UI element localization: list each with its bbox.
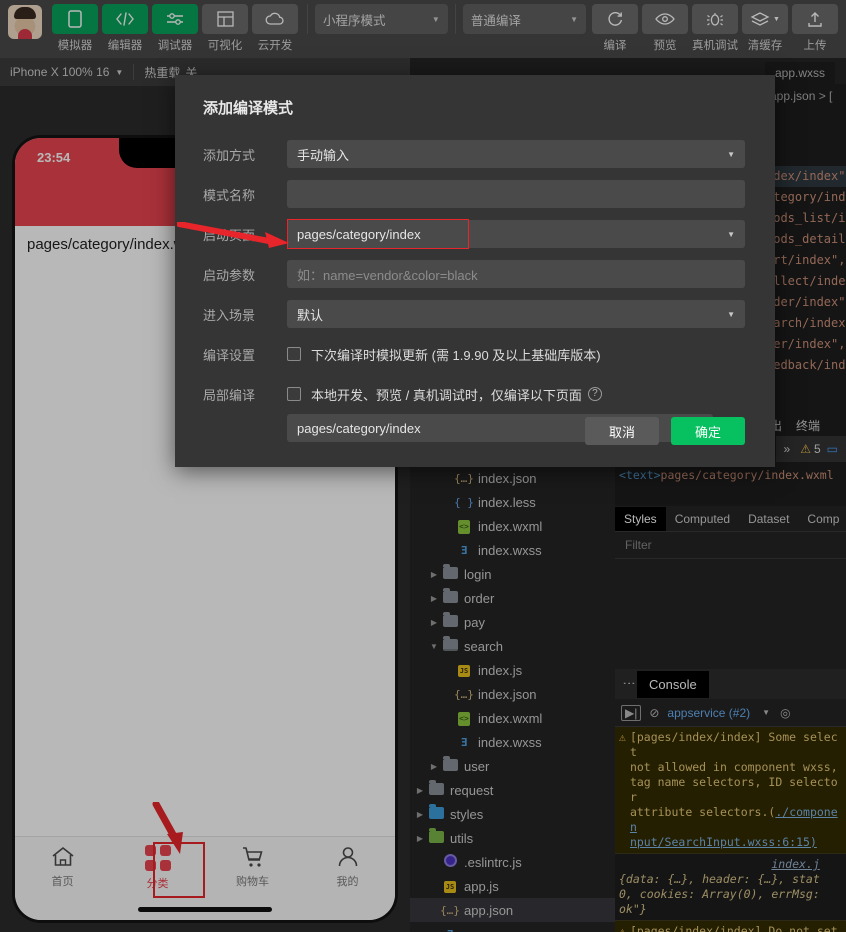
- chevron-down-icon: ▼: [727, 229, 735, 239]
- add-method-select[interactable]: 手动输入 ▼: [287, 140, 745, 168]
- question-icon[interactable]: ?: [587, 387, 602, 401]
- annotation-arrow-start-page: [177, 222, 289, 248]
- confirm-button[interactable]: 确定: [671, 417, 745, 445]
- form-row-add-method: 添加方式 手动输入 ▼: [203, 140, 745, 168]
- field-value: 默认: [297, 307, 324, 323]
- checkbox[interactable]: [287, 387, 301, 401]
- form-row-start-page: 启动页面 pages/category/index ▼: [177, 219, 745, 249]
- simulate-update-checkbox-row[interactable]: 下次编译时模拟更新 (需 1.9.90 及以上基础库版本): [287, 340, 745, 368]
- field-value: 手动输入: [297, 147, 350, 163]
- start-page-select[interactable]: pages/category/index ▼: [287, 220, 745, 248]
- chevron-down-icon: ▼: [727, 309, 735, 319]
- start-params-input[interactable]: 如：name=vendor&color=black: [287, 260, 745, 288]
- form-row-compile-settings: 编译设置 下次编译时模拟更新 (需 1.9.90 及以上基础库版本): [203, 340, 745, 368]
- add-compile-mode-dialog: 添加编译模式 添加方式 手动输入 ▼ 模式名称 启动页面 pages/categ…: [175, 75, 775, 467]
- field-label: 模式名称: [203, 187, 256, 203]
- form-row-start-params: 启动参数 如：name=vendor&color=black: [203, 260, 745, 288]
- form-row-mode-name: 模式名称: [203, 180, 745, 208]
- field-label: 编译设置: [203, 347, 256, 363]
- field-label: 添加方式: [203, 147, 256, 163]
- form-row-scene: 进入场景 默认 ▼: [203, 300, 745, 328]
- field-label: 进入场景: [203, 307, 256, 323]
- checkbox-label: 下次编译时模拟更新 (需 1.9.90 及以上基础库版本): [311, 347, 601, 363]
- field-label: 启动参数: [203, 267, 256, 283]
- partial-compile-checkbox-row[interactable]: 本地开发、预览 / 真机调试时，仅编译以下页面 ?: [287, 380, 745, 408]
- field-value: pages/category/index: [297, 226, 421, 242]
- checkbox[interactable]: [287, 347, 301, 361]
- chevron-down-icon: ▼: [727, 149, 735, 159]
- dialog-buttons: 取消 确定: [585, 417, 745, 445]
- dialog-title: 添加编译模式: [203, 100, 294, 117]
- checkbox-label: 本地开发、预览 / 真机调试时，仅编译以下页面: [311, 387, 582, 403]
- scene-select[interactable]: 默认 ▼: [287, 300, 745, 328]
- dialog-form: 添加方式 手动输入 ▼ 模式名称 启动页面 pages/category/ind…: [175, 118, 775, 442]
- form-row-partial-compile: 局部编译 本地开发、预览 / 真机调试时，仅编译以下页面 ?: [203, 380, 745, 408]
- mode-name-input[interactable]: [287, 180, 745, 208]
- field-label: 局部编译: [203, 387, 256, 403]
- cancel-button[interactable]: 取消: [585, 417, 659, 445]
